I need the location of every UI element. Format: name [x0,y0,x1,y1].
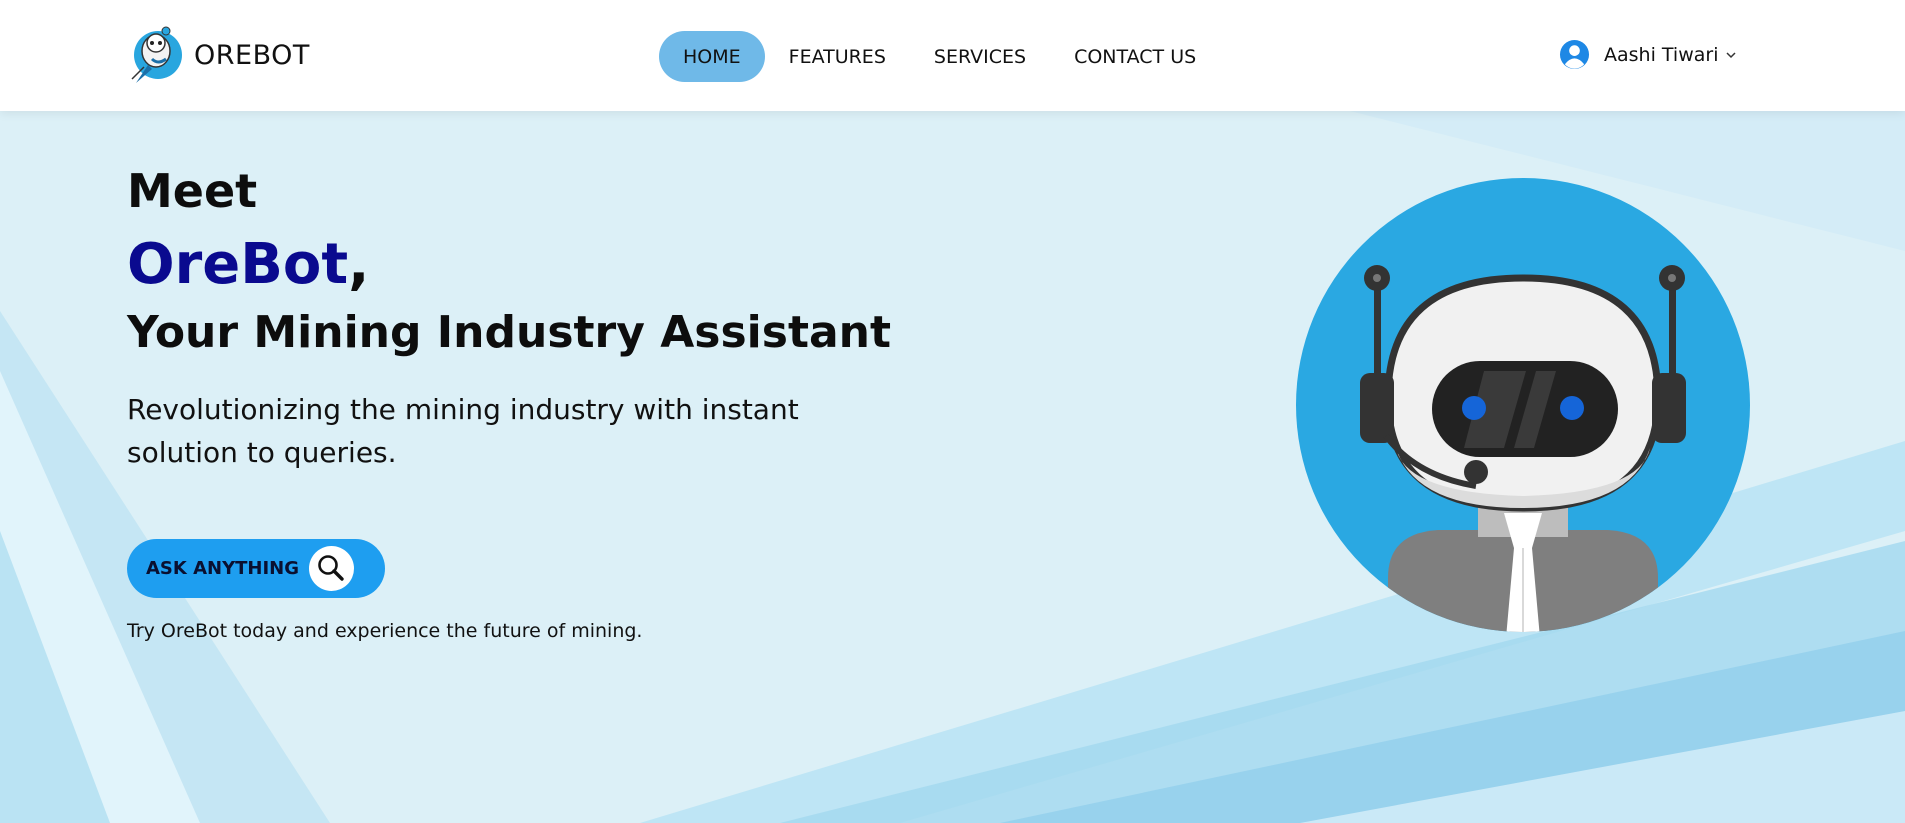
hero-subtitle: Your Mining Industry Assistant [127,307,892,358]
brand-name: OREBOT [194,39,310,71]
ask-anything-button[interactable]: ASK ANYTHING [127,539,385,598]
brand[interactable]: OREBOT [130,21,310,89]
chevron-down-icon[interactable] [1726,51,1737,59]
nav-features[interactable]: FEATURES [765,31,910,82]
hero-meet: Meet [127,164,258,218]
user-name: Aashi Tiwari [1604,43,1719,66]
user-menu[interactable]: Aashi Tiwari [1559,39,1737,70]
user-circle-icon [1559,39,1590,70]
nav-home[interactable]: HOME [659,31,765,82]
main-nav: HOME FEATURES SERVICES CONTACT US [659,31,1220,82]
top-navigation-bar: OREBOT HOME FEATURES SERVICES CONTACT US… [0,0,1905,111]
rocket-robot-logo-icon [131,26,182,83]
hero-section: Meet OreBot, Your Mining Industry Assist… [127,160,891,474]
search-icon [309,546,354,591]
hero-brand-name: OreBot [127,232,349,297]
hero-brand-heading: OreBot, [127,228,891,302]
ask-anything-label: ASK ANYTHING [146,558,300,579]
robot-assistant-illustration [1296,178,1750,632]
hero-description: Revolutionizing the mining industry with… [127,393,799,469]
hero-tagline: Try OreBot today and experience the futu… [127,620,643,642]
hero-brand-suffix: , [348,232,370,297]
nav-contact-us[interactable]: CONTACT US [1050,31,1220,82]
nav-services[interactable]: SERVICES [910,31,1050,82]
